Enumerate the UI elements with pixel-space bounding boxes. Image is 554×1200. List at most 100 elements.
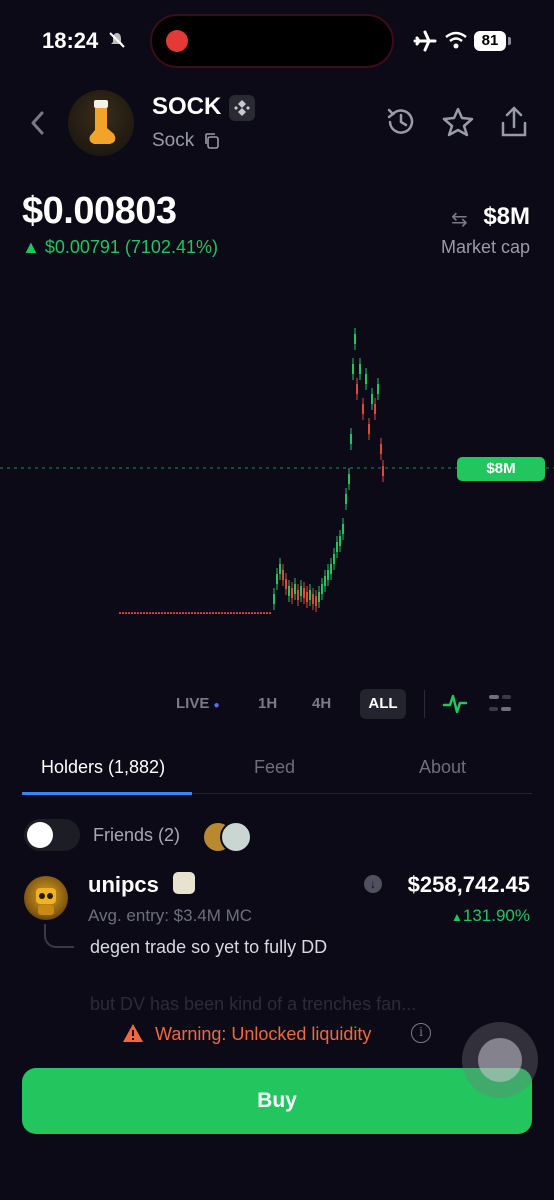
candle-body bbox=[297, 590, 299, 600]
candles bbox=[119, 328, 384, 614]
candle-body bbox=[188, 612, 190, 614]
candle-body bbox=[312, 594, 314, 604]
candle-body bbox=[131, 612, 133, 614]
candle-body bbox=[288, 586, 290, 596]
candle-body bbox=[176, 612, 178, 614]
candle-body bbox=[122, 612, 124, 614]
timeframe-4h[interactable]: 4H bbox=[312, 695, 331, 712]
line-chart-icon[interactable] bbox=[442, 691, 468, 722]
candle-body bbox=[257, 612, 259, 614]
market-cap-chart-tag: $8M bbox=[457, 457, 545, 481]
buy-button[interactable]: Buy bbox=[22, 1068, 532, 1134]
tab-holders[interactable]: Holders (1,882) bbox=[41, 757, 165, 778]
candle-body bbox=[342, 524, 344, 534]
recording-indicator-icon bbox=[166, 30, 188, 52]
market-cap-label: Market cap bbox=[440, 237, 530, 257]
tab-feed[interactable]: Feed bbox=[254, 757, 295, 778]
candle-body bbox=[336, 542, 338, 552]
history-icon[interactable] bbox=[385, 106, 417, 143]
status-time: 18:24 bbox=[42, 28, 99, 53]
silent-mode-icon bbox=[108, 31, 126, 54]
candle-body bbox=[194, 612, 196, 614]
candle-body bbox=[236, 612, 238, 614]
reply-connector bbox=[44, 924, 74, 948]
share-icon[interactable] bbox=[498, 105, 530, 144]
candle-body bbox=[119, 612, 121, 614]
candle-body bbox=[227, 612, 229, 614]
candle-body bbox=[368, 424, 370, 434]
candle-body bbox=[324, 576, 326, 586]
holder-avatar[interactable] bbox=[24, 876, 68, 920]
candle-body bbox=[125, 612, 127, 614]
candle-body bbox=[315, 596, 317, 606]
holder-value: $258,742.45 bbox=[407, 872, 530, 897]
candle-body bbox=[382, 466, 384, 476]
candle-body bbox=[248, 612, 250, 614]
candle-body bbox=[300, 586, 302, 596]
tab-about[interactable]: About bbox=[419, 757, 466, 778]
live-dot-icon: ● bbox=[213, 700, 220, 711]
swap-arrows-icon[interactable]: ⇆ bbox=[451, 207, 468, 232]
candle-body bbox=[333, 554, 335, 564]
candle-body bbox=[377, 384, 379, 394]
candle-body bbox=[276, 574, 278, 584]
holder-name[interactable]: unipcs bbox=[88, 872, 159, 898]
token-logo bbox=[68, 90, 134, 156]
friends-label: Friends (2) bbox=[93, 825, 181, 845]
candle-body bbox=[321, 584, 323, 594]
tab-active-indicator bbox=[22, 792, 192, 795]
friend-avatar bbox=[220, 821, 252, 853]
holder-pnl: ▲131.90% bbox=[450, 906, 530, 925]
market-cap-value: $8M bbox=[483, 203, 530, 230]
candle-body bbox=[128, 612, 130, 614]
battery-level: 81 bbox=[474, 31, 506, 51]
unlocked-liquidity-warning[interactable]: Warning: Unlocked liquidity bbox=[155, 1024, 371, 1045]
candle-body bbox=[146, 612, 148, 614]
candle-body bbox=[269, 612, 271, 614]
candle-body bbox=[155, 612, 157, 614]
candle-body bbox=[354, 334, 356, 344]
candle-body bbox=[152, 612, 154, 614]
candle-body bbox=[170, 612, 172, 614]
candle-body bbox=[282, 570, 284, 580]
candle-body bbox=[179, 612, 181, 614]
airplane-mode-icon bbox=[413, 30, 437, 57]
candle-body bbox=[209, 612, 211, 614]
holder-comment: degen trade so yet to fully DD bbox=[90, 937, 328, 957]
timeframe-1h[interactable]: 1H bbox=[258, 695, 277, 712]
candle-body bbox=[167, 612, 169, 614]
candle-body bbox=[309, 590, 311, 600]
candle-body bbox=[173, 612, 175, 614]
candle-body bbox=[206, 612, 208, 614]
candle-body bbox=[318, 592, 320, 602]
timeframe-live[interactable]: LIVE ● bbox=[176, 695, 220, 712]
candle-body bbox=[218, 612, 220, 614]
star-icon[interactable] bbox=[441, 106, 475, 143]
candle-body bbox=[233, 612, 235, 614]
candle-body bbox=[327, 570, 329, 580]
candle-body bbox=[245, 612, 247, 614]
candlestick-chart-icon[interactable] bbox=[487, 692, 513, 721]
candle-body bbox=[224, 612, 226, 614]
candle-body bbox=[221, 612, 223, 614]
candle-body bbox=[285, 579, 287, 589]
candle-body bbox=[374, 404, 376, 414]
battery-tip bbox=[508, 37, 511, 45]
copy-address-icon[interactable] bbox=[203, 132, 221, 155]
candle-body bbox=[345, 494, 347, 504]
candle-body bbox=[303, 588, 305, 598]
candle-body bbox=[200, 612, 202, 614]
timeframe-all[interactable]: ALL bbox=[360, 689, 406, 719]
back-button[interactable] bbox=[26, 110, 50, 141]
candle-body bbox=[359, 364, 361, 374]
bnb-chain-icon bbox=[229, 95, 255, 121]
candle-body bbox=[380, 444, 382, 454]
candle-body bbox=[263, 612, 265, 614]
candle-body bbox=[352, 364, 354, 374]
candle-body bbox=[291, 588, 293, 598]
candle-body bbox=[306, 592, 308, 602]
assistive-touch-inner bbox=[478, 1038, 522, 1082]
info-icon[interactable]: i bbox=[411, 1023, 431, 1043]
warning-icon bbox=[122, 1023, 144, 1048]
timeframe-divider bbox=[424, 690, 425, 718]
